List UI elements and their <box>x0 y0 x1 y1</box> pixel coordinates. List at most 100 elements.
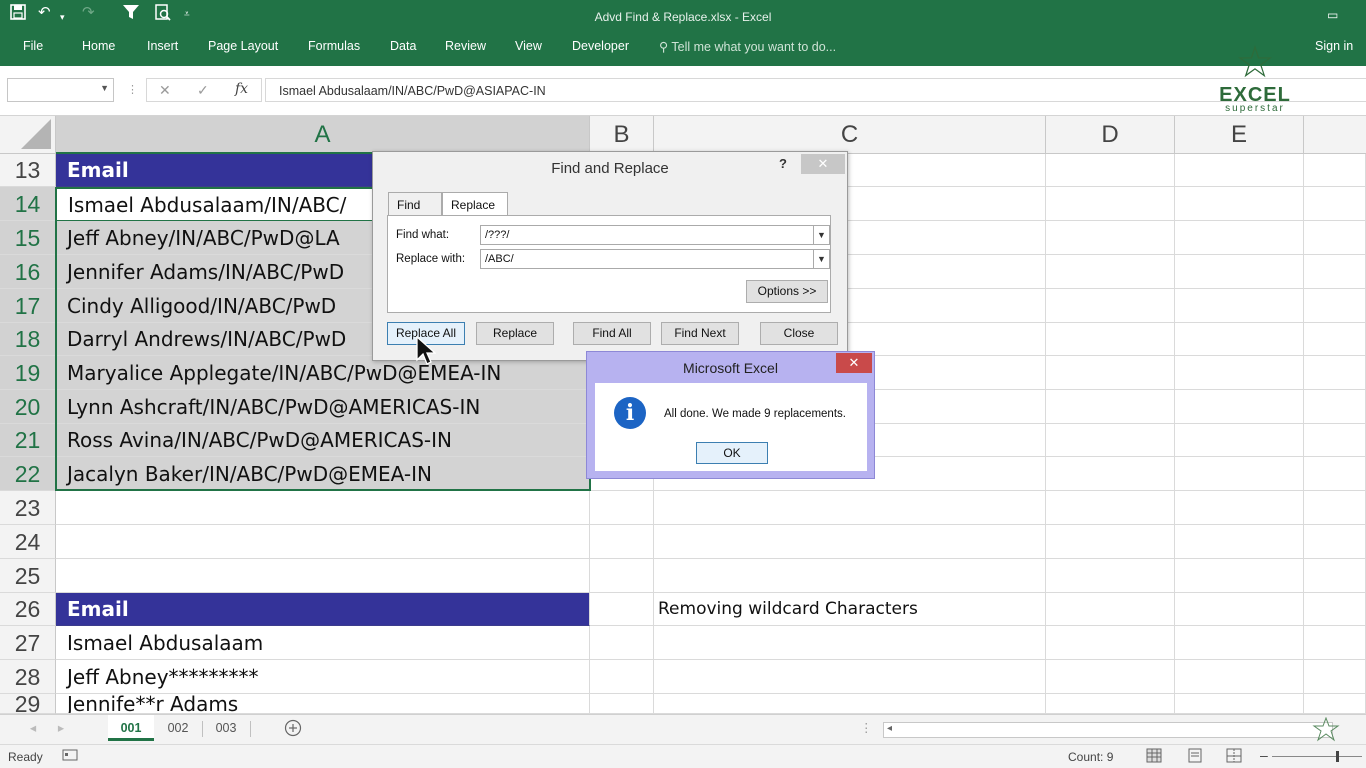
ribbon-display-options-icon[interactable]: ▭ <box>1327 6 1338 24</box>
tab-home[interactable]: Home <box>82 39 115 53</box>
cell-a28[interactable]: Jeff Abney********* <box>56 660 590 694</box>
cell-a23[interactable] <box>56 491 590 525</box>
grid-cell[interactable] <box>1046 323 1175 356</box>
grid-cell[interactable] <box>1175 221 1304 255</box>
sign-in-link[interactable]: Sign in <box>1315 39 1353 53</box>
row-header[interactable]: 18 <box>0 323 56 356</box>
zoom-out-icon[interactable]: – <box>1260 747 1268 763</box>
grid-cell[interactable] <box>654 525 1046 559</box>
column-header-b[interactable]: B <box>590 116 654 154</box>
grid-cell[interactable] <box>1304 626 1366 660</box>
grid-cell[interactable] <box>1304 187 1366 221</box>
row-header[interactable]: 26 <box>0 593 56 626</box>
column-header-d[interactable]: D <box>1046 116 1175 154</box>
grid-cell[interactable] <box>654 626 1046 660</box>
page-layout-view-icon[interactable] <box>1187 748 1203 766</box>
name-box[interactable]: ▼ <box>7 78 114 102</box>
replace-button[interactable]: Replace <box>476 322 554 345</box>
grid-cell[interactable] <box>1175 694 1304 714</box>
cell-a27[interactable]: Ismael Abdusalaam <box>56 626 590 660</box>
grid-cell[interactable] <box>1175 525 1304 559</box>
tab-file[interactable]: File <box>23 39 43 53</box>
row-header[interactable]: 28 <box>0 660 56 694</box>
grid-cell[interactable] <box>1046 187 1175 221</box>
close-icon[interactable]: ✕ <box>801 154 845 174</box>
grid-cell[interactable] <box>1046 626 1175 660</box>
grid-cell[interactable] <box>1175 491 1304 525</box>
grid-cell[interactable] <box>1175 390 1304 424</box>
grid-cell[interactable] <box>1175 356 1304 390</box>
grid-cell[interactable] <box>590 660 654 694</box>
row-header[interactable]: 15 <box>0 221 56 255</box>
zoom-slider[interactable] <box>1272 751 1362 762</box>
grid-cell[interactable] <box>654 559 1046 593</box>
grid-cell[interactable] <box>1175 424 1304 457</box>
column-header-e[interactable]: E <box>1175 116 1304 154</box>
grid-cell[interactable] <box>1304 660 1366 694</box>
grid-cell[interactable] <box>1046 154 1175 187</box>
grid-cell[interactable] <box>590 626 654 660</box>
insert-function-icon[interactable]: fx <box>235 81 248 97</box>
row-header[interactable]: 20 <box>0 390 56 424</box>
add-sheet-icon[interactable] <box>282 715 304 741</box>
grid-cell[interactable] <box>1304 356 1366 390</box>
split-handle-icon[interactable]: ⋮ <box>860 715 873 741</box>
chevron-down-icon[interactable]: ▼ <box>100 83 109 93</box>
row-header[interactable]: 16 <box>0 255 56 289</box>
grid-cell[interactable] <box>1046 525 1175 559</box>
grid-cell[interactable] <box>1304 593 1366 626</box>
tab-replace[interactable]: Replace <box>442 192 508 217</box>
row-header[interactable]: 22 <box>0 457 56 491</box>
select-all-corner[interactable] <box>0 116 56 154</box>
zoom-slider-thumb[interactable] <box>1336 751 1339 762</box>
grid-cell[interactable] <box>1304 221 1366 255</box>
tell-me-box[interactable]: ⚲ Tell me what you want to do... <box>659 39 836 54</box>
cell-a25[interactable] <box>56 559 590 593</box>
grid-cell[interactable] <box>1046 390 1175 424</box>
grid-cell[interactable] <box>590 491 654 525</box>
row-header[interactable]: 29 <box>0 693 56 716</box>
macro-record-icon[interactable] <box>62 748 78 765</box>
grid-cell[interactable] <box>1046 694 1175 714</box>
row-header[interactable]: 23 <box>0 491 56 525</box>
grid-cell[interactable] <box>1304 491 1366 525</box>
grid-cell[interactable] <box>1046 660 1175 694</box>
grid-cell[interactable] <box>1046 424 1175 457</box>
row-header[interactable]: 21 <box>0 424 56 457</box>
grid-cell[interactable] <box>590 694 654 714</box>
tab-developer[interactable]: Developer <box>572 39 629 53</box>
grid-cell[interactable] <box>1175 457 1304 491</box>
grid-cell[interactable] <box>1304 694 1366 714</box>
find-next-button[interactable]: Find Next <box>661 322 739 345</box>
grid-cell[interactable] <box>1046 356 1175 390</box>
grid-cell[interactable] <box>1304 525 1366 559</box>
cell-c26[interactable]: Removing wildcard Characters <box>654 593 1046 626</box>
grid-cell[interactable] <box>1304 255 1366 289</box>
row-header[interactable]: 25 <box>0 559 56 593</box>
cancel-icon[interactable]: ✕ <box>159 82 171 99</box>
horizontal-scrollbar[interactable]: ◂ <box>883 722 1333 738</box>
grid-cell[interactable] <box>590 559 654 593</box>
grid-cell[interactable] <box>1046 491 1175 525</box>
grid-cell[interactable] <box>1046 255 1175 289</box>
grid-cell[interactable] <box>1046 559 1175 593</box>
grid-cell[interactable] <box>1175 289 1304 323</box>
tab-find[interactable]: Find <box>388 192 442 216</box>
find-what-input[interactable]: /???/ ▼ <box>480 225 830 245</box>
close-button[interactable]: Close <box>760 322 838 345</box>
sheet-tab-003[interactable]: 003 <box>203 715 249 741</box>
sheet-tab-002[interactable]: 002 <box>155 715 201 741</box>
tab-view[interactable]: View <box>515 39 542 53</box>
grid-cell[interactable] <box>1175 255 1304 289</box>
ok-button[interactable]: OK <box>696 442 768 464</box>
help-button[interactable]: ? <box>779 156 787 171</box>
row-header[interactable]: 24 <box>0 525 56 559</box>
cell-a26[interactable]: Email <box>56 593 590 626</box>
scroll-left-arrow-icon[interactable]: ◂ <box>887 723 892 734</box>
grid-cell[interactable] <box>1175 660 1304 694</box>
grid-cell[interactable] <box>654 694 1046 714</box>
grid-cell[interactable] <box>1304 323 1366 356</box>
sheet-tab-001[interactable]: 001 <box>108 715 154 741</box>
grid-cell[interactable] <box>590 525 654 559</box>
grid-cell[interactable] <box>1175 187 1304 221</box>
